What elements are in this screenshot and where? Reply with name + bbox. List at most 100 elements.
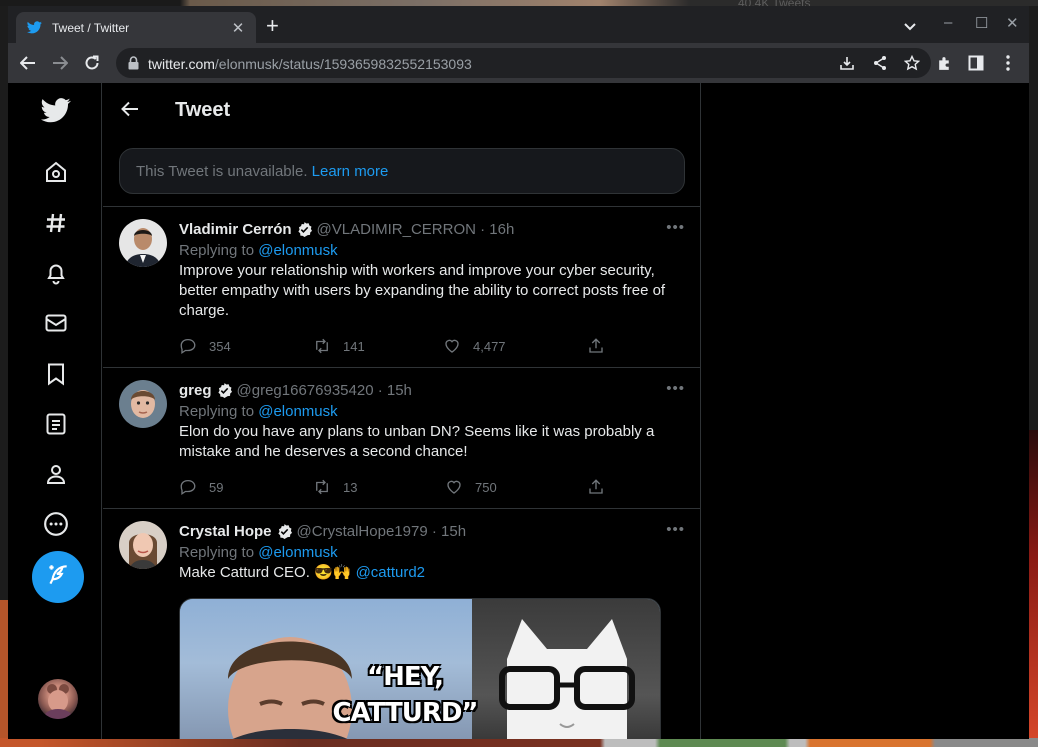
url-host: twitter.com xyxy=(148,56,215,72)
browser-menu-icon[interactable] xyxy=(997,52,1019,74)
author-name[interactable]: Crystal Hope xyxy=(179,523,272,540)
tweet-actions: 354 141 4,477 xyxy=(179,337,609,357)
desktop-strip-left xyxy=(0,600,8,747)
unavailable-notice: This Tweet is unavailable. Learn more xyxy=(119,148,685,194)
author-handle[interactable]: @CrystalHope1979 xyxy=(297,523,428,540)
browser-window: Tweet / Twitter ✕ + – ☐ ✕ twitter.com/el… xyxy=(8,6,1029,739)
verified-badge-icon xyxy=(277,523,292,539)
retweet-icon xyxy=(316,338,328,354)
more-circle-icon[interactable] xyxy=(41,509,71,539)
reply-button[interactable]: 59 xyxy=(179,478,223,496)
author-handle[interactable]: @greg16676935420 xyxy=(237,382,374,399)
notifications-bell-icon[interactable] xyxy=(41,258,71,288)
avatar[interactable] xyxy=(119,380,167,428)
media-photo-cat xyxy=(472,599,660,739)
tweet-header: greg @greg16676935420 · 15h ••• xyxy=(179,380,685,400)
tweet-text: Make Catturd CEO. 😎🙌 @catturd2 xyxy=(179,563,685,583)
lock-icon[interactable] xyxy=(128,56,139,75)
replying-to: Replying to @elonmusk xyxy=(179,403,685,420)
desktop-strip-bottom xyxy=(0,738,1038,747)
replying-mention-link[interactable]: @elonmusk xyxy=(258,403,337,420)
install-app-icon[interactable] xyxy=(838,54,856,72)
tab-close-icon[interactable]: ✕ xyxy=(230,19,246,37)
author-handle[interactable]: @VLADIMIR_CERRON xyxy=(317,221,476,238)
close-window-icon[interactable]: ✕ xyxy=(1006,14,1019,32)
heart-icon xyxy=(447,480,461,494)
reply-count: 354 xyxy=(209,338,231,354)
replying-mention-link[interactable]: @elonmusk xyxy=(258,242,337,259)
more-options-icon[interactable]: ••• xyxy=(666,380,685,397)
replying-label: Replying to xyxy=(179,242,259,259)
address-bar[interactable]: twitter.com/elonmusk/status/159365983255… xyxy=(116,48,931,78)
account-avatar[interactable] xyxy=(38,679,78,719)
more-options-icon[interactable]: ••• xyxy=(666,521,685,538)
reply-tweet[interactable]: Crystal Hope @CrystalHope1979 · 15h ••• … xyxy=(103,508,700,739)
twitter-page: Tweet This Tweet is unavailable. Learn m… xyxy=(8,83,1029,739)
more-options-icon[interactable]: ••• xyxy=(666,219,685,236)
author-name[interactable]: greg xyxy=(179,382,212,399)
like-count: 750 xyxy=(475,479,497,495)
lists-icon[interactable] xyxy=(41,409,71,439)
bookmarks-icon[interactable] xyxy=(41,359,71,389)
learn-more-link[interactable]: Learn more xyxy=(312,163,389,180)
reply-tweet[interactable]: greg @greg16676935420 · 15h ••• Replying… xyxy=(103,367,700,508)
like-button[interactable]: 4,477 xyxy=(443,337,506,355)
tab-strip: Tweet / Twitter ✕ + – ☐ ✕ xyxy=(8,6,1029,43)
compose-tweet-button[interactable] xyxy=(32,551,84,603)
tweet-text: Elon do you have any plans to unban DN? … xyxy=(179,423,655,460)
new-tab-icon[interactable]: + xyxy=(266,15,279,37)
retweet-count: 13 xyxy=(343,479,358,495)
twitter-bird-icon xyxy=(26,20,42,36)
messages-envelope-icon[interactable] xyxy=(41,308,71,338)
like-count: 4,477 xyxy=(473,338,506,354)
retweet-count: 141 xyxy=(343,338,365,354)
share-icon[interactable] xyxy=(871,54,889,72)
replying-to: Replying to @elonmusk xyxy=(179,544,685,561)
back-arrow-icon[interactable] xyxy=(119,98,141,120)
extensions-puzzle-icon[interactable] xyxy=(933,52,955,74)
browser-tab[interactable]: Tweet / Twitter ✕ xyxy=(16,12,256,43)
replying-label: Replying to xyxy=(179,403,259,420)
reply-icon xyxy=(180,338,196,355)
replying-mention-link[interactable]: @elonmusk xyxy=(258,544,337,561)
retweet-icon xyxy=(316,479,328,495)
reply-icon xyxy=(180,479,196,496)
mention-link[interactable]: @catturd2 xyxy=(356,564,425,581)
home-icon[interactable] xyxy=(41,157,71,187)
url-text[interactable]: twitter.com/elonmusk/status/159365983255… xyxy=(148,56,472,72)
tweet-time[interactable]: · 15h xyxy=(378,382,412,399)
like-button[interactable]: 750 xyxy=(445,478,497,496)
media-caption-line1: “HEY, xyxy=(366,662,444,692)
forward-arrow-icon[interactable] xyxy=(49,52,71,74)
tweet-text-body: Make Catturd CEO. 😎🙌 xyxy=(179,564,356,581)
retweet-button[interactable]: 141 xyxy=(313,337,365,355)
share-tweet-button[interactable] xyxy=(587,337,605,355)
reply-tweet[interactable]: Vladimir Cerrón @VLADIMIR_CERRON · 16h •… xyxy=(103,206,700,367)
reply-button[interactable]: 354 xyxy=(179,337,231,355)
tweet-time[interactable]: · 15h xyxy=(432,523,466,540)
minimize-icon[interactable]: – xyxy=(944,14,952,31)
main-column: Tweet This Tweet is unavailable. Learn m… xyxy=(103,83,701,739)
share-tweet-button[interactable] xyxy=(587,478,605,496)
back-arrow-icon[interactable] xyxy=(17,52,39,74)
author-name[interactable]: Vladimir Cerrón xyxy=(179,221,292,238)
retweet-button[interactable]: 13 xyxy=(313,478,357,496)
media-caption-line2: CATTURD” xyxy=(332,698,478,728)
tweet-media-image[interactable]: “HEY, CATTURD” xyxy=(179,598,661,739)
page-title: Tweet xyxy=(175,99,231,121)
avatar[interactable] xyxy=(119,521,167,569)
side-panel-icon[interactable] xyxy=(965,52,987,74)
verified-badge-icon xyxy=(217,382,232,398)
replying-to: Replying to @elonmusk xyxy=(179,242,685,259)
reload-icon[interactable] xyxy=(81,52,103,74)
unavailable-text: This Tweet is unavailable. xyxy=(136,163,312,180)
bookmark-star-icon[interactable] xyxy=(903,54,921,72)
profile-icon[interactable] xyxy=(41,459,71,489)
avatar[interactable] xyxy=(119,219,167,267)
tab-search-chevron-icon[interactable] xyxy=(904,18,916,36)
explore-hashtag-icon[interactable] xyxy=(41,208,71,238)
twitter-logo-icon[interactable] xyxy=(41,95,71,125)
tab-title: Tweet / Twitter xyxy=(52,20,130,35)
maximize-icon[interactable]: ☐ xyxy=(975,14,988,32)
tweet-time[interactable]: · 16h xyxy=(480,221,514,238)
